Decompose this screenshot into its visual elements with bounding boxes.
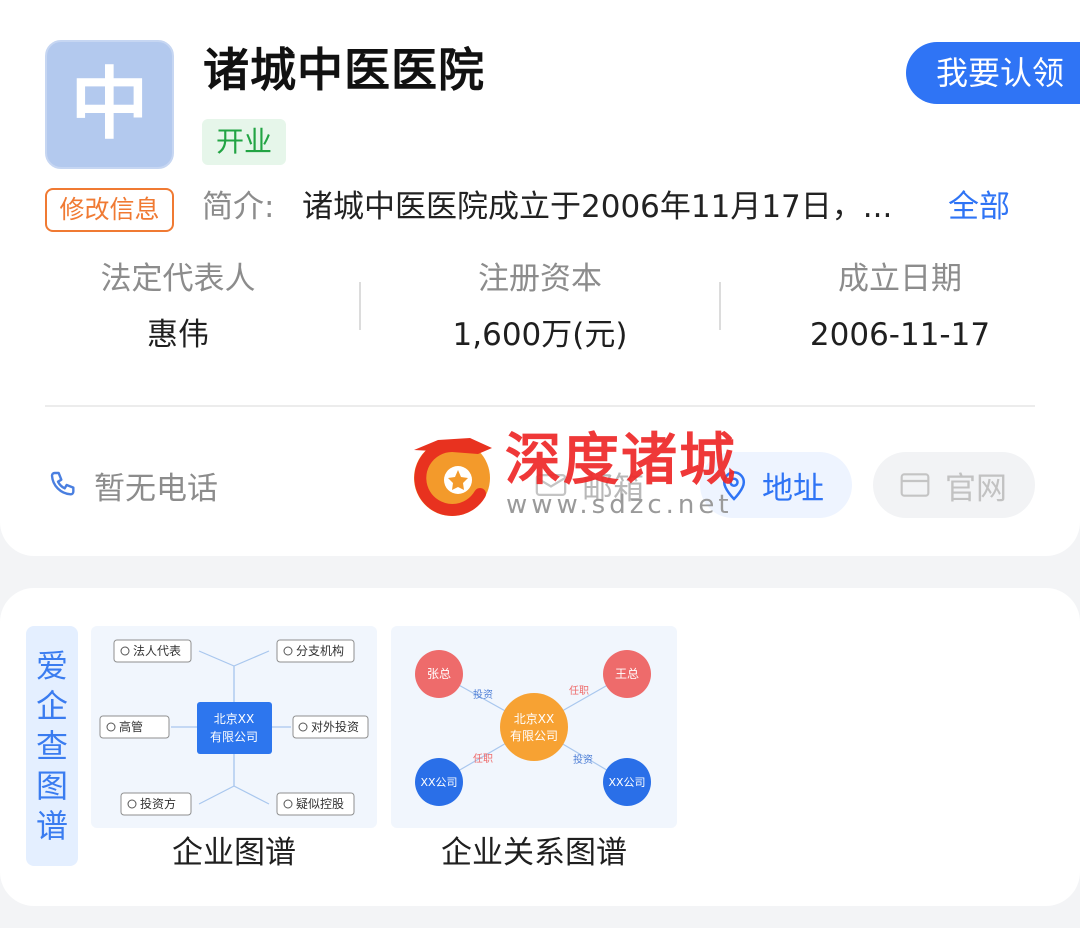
edit-info-button[interactable]: 修改信息 — [45, 188, 174, 232]
phone-label: 暂无电话 — [94, 470, 218, 507]
graph-node-label: 疑似控股 — [296, 796, 344, 811]
graph-center-label: 有限公司 — [510, 729, 558, 743]
graph-node-label: 法人代表 — [133, 644, 181, 658]
side-tab-char: 企 — [35, 687, 68, 725]
enterprise-graph-thumbnail[interactable]: 法人代表 分支机构 高管 对外投资 投资方 疑似控股 北京XX 有限公司 — [91, 626, 377, 828]
stat-divider — [359, 282, 361, 330]
graph-node-executive: 高管 — [99, 715, 170, 739]
section-divider — [45, 405, 1035, 407]
claim-button[interactable]: 我要认领 — [906, 42, 1080, 104]
intro-expand-link[interactable]: 全部 — [948, 184, 1010, 230]
stat-label: 成立日期 — [838, 261, 962, 297]
logo-char: 中 — [70, 59, 149, 150]
address-label: 地址 — [762, 470, 824, 507]
company-logo: 中 — [45, 40, 174, 169]
graph-node-investor: 投资方 — [120, 792, 192, 816]
graph-node-label: 对外投资 — [311, 719, 359, 734]
relationship-graph-caption[interactable]: 企业关系图谱 — [391, 830, 677, 876]
graph-center-node: 北京XX 有限公司 — [500, 693, 568, 761]
stat-legal-rep[interactable]: 法定代表人 惠伟 — [58, 256, 298, 358]
watermark-text: 深度诸城 — [505, 428, 737, 493]
graph-center-label: 有限公司 — [210, 730, 258, 744]
edge-label: 任职 — [569, 684, 589, 697]
graph-person-node: 张总 — [415, 650, 463, 698]
watermark: 深度诸城 www.sdzc.net — [408, 428, 768, 528]
relationship-graph-thumbnail[interactable]: 投资 任职 任职 投资 张总 王总 XX公司 XX公司 北京XX 有限公司 — [391, 626, 677, 828]
edge-label: 投资 — [573, 753, 593, 766]
aiqicha-graph-tab[interactable]: 爱 企 查 图 谱 — [26, 626, 78, 866]
company-name: 诸城中医医院 — [203, 43, 485, 97]
graph-company-node: XX公司 — [415, 758, 463, 806]
phone-entry[interactable]: 暂无电话 — [48, 462, 218, 508]
graph-center-label: 北京XX — [214, 712, 254, 726]
node-label: 王总 — [615, 667, 639, 681]
node-label: XX公司 — [420, 776, 457, 789]
graph-company-node: XX公司 — [603, 758, 651, 806]
side-tab-char: 谱 — [35, 807, 68, 845]
stat-label: 注册资本 — [478, 261, 602, 297]
stat-label: 法定代表人 — [100, 261, 256, 297]
phone-icon — [50, 471, 75, 496]
enterprise-graph-caption[interactable]: 企业图谱 — [91, 830, 377, 876]
node-label: 张总 — [427, 667, 451, 681]
stat-value: 1,600万(元) — [452, 317, 628, 353]
website-label: 官网 — [945, 470, 1007, 507]
graph-center-label: 北京XX — [514, 712, 554, 726]
stat-founded: 成立日期 2006-11-17 — [780, 256, 1020, 358]
stat-capital: 注册资本 1,600万(元) — [420, 256, 660, 358]
graph-person-node: 王总 — [603, 650, 651, 698]
graph-node-holding: 疑似控股 — [276, 792, 355, 816]
stat-divider — [719, 282, 721, 330]
status-badge: 开业 — [202, 119, 287, 165]
graph-node-label: 高管 — [119, 719, 143, 734]
edge-label: 任职 — [473, 752, 493, 765]
side-tab-char: 爱 — [35, 647, 68, 685]
stat-value: 惠伟 — [147, 317, 209, 353]
node-label: XX公司 — [608, 776, 645, 789]
graph-node-legal-rep: 法人代表 — [113, 639, 192, 663]
watermark-logo-icon — [414, 438, 492, 516]
browser-icon — [900, 473, 930, 497]
graph-node-label: 分支机构 — [296, 643, 344, 658]
stat-value: 2006-11-17 — [809, 317, 991, 353]
company-card: 中 诸城中医医院 开业 我要认领 修改信息 简介: 诸城中医医院成立于2006年… — [0, 0, 1080, 556]
graph-node-branch: 分支机构 — [276, 639, 355, 663]
graph-node-investment: 对外投资 — [292, 715, 369, 739]
watermark-url: www.sdzc.net — [506, 490, 733, 520]
graph-node-label: 投资方 — [140, 796, 176, 811]
edge-label: 投资 — [473, 688, 493, 701]
graph-center-node: 北京XX 有限公司 — [197, 702, 272, 754]
website-button[interactable]: 官网 — [873, 452, 1035, 518]
intro-label: 简介: — [202, 189, 275, 225]
side-tab-char: 图 — [35, 767, 68, 805]
side-tab-char: 查 — [35, 727, 68, 765]
intro-text: 诸城中医医院成立于2006年11月17日，... — [302, 189, 893, 225]
